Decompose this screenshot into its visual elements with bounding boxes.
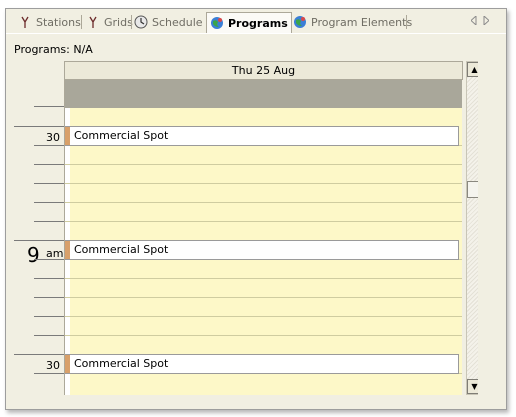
globe-icon bbox=[210, 16, 224, 30]
quarter-hour-mark bbox=[34, 164, 64, 165]
appointment[interactable]: Commercial Spot bbox=[65, 240, 459, 260]
quarter-hour-mark bbox=[34, 278, 64, 279]
tab-schedule[interactable]: Schedule bbox=[134, 13, 203, 31]
programs-status: Programs: N/A bbox=[14, 43, 93, 56]
tab-stations[interactable]: Stations bbox=[18, 13, 81, 31]
tab-label: Stations bbox=[36, 15, 81, 29]
quarter-hour-mark bbox=[34, 221, 64, 222]
tab-separator bbox=[81, 15, 82, 29]
appointment-status-bar bbox=[65, 127, 70, 145]
appointment-status-bar bbox=[65, 241, 70, 259]
tab-strip: Stations Grids Schedule Programs Program… bbox=[6, 9, 506, 34]
appointment-title: Commercial Spot bbox=[74, 129, 169, 142]
slot-line bbox=[65, 164, 462, 165]
tab-programs[interactable]: Programs bbox=[206, 12, 292, 33]
tab-label: Programs bbox=[228, 16, 288, 30]
appointment-status-bar bbox=[65, 355, 70, 373]
day-calendar: 30 9 am 30 Thu 25 Aug Commercial Spot Co… bbox=[14, 61, 478, 395]
day-column[interactable]: Commercial Spot Commercial Spot Commerci… bbox=[64, 80, 462, 395]
quarter-hour-mark bbox=[34, 106, 64, 107]
quarter-hour-mark bbox=[34, 297, 64, 298]
vertical-scrollbar[interactable]: ▲ ▼ bbox=[466, 61, 478, 395]
hour-mark bbox=[14, 240, 64, 241]
quarter-hour-mark bbox=[34, 316, 64, 317]
clock-icon bbox=[134, 15, 148, 29]
half-hour-label: 30 bbox=[46, 131, 60, 144]
slot-line bbox=[65, 221, 462, 222]
slot-line bbox=[65, 278, 462, 279]
day-header[interactable]: Thu 25 Aug bbox=[64, 61, 463, 80]
triangle-left-icon[interactable] bbox=[470, 14, 477, 28]
scrollbar-thumb[interactable] bbox=[467, 181, 478, 198]
tab-grids[interactable]: Grids bbox=[86, 13, 133, 31]
quarter-hour-mark bbox=[34, 335, 64, 336]
tab-label: Grids bbox=[104, 15, 133, 29]
antenna-icon bbox=[18, 15, 32, 29]
arrow-up-icon[interactable]: ▲ bbox=[467, 62, 478, 77]
triangle-right-icon[interactable] bbox=[483, 14, 490, 28]
quarter-hour-mark bbox=[34, 145, 64, 146]
appointment[interactable]: Commercial Spot bbox=[65, 126, 459, 146]
hour-label: 9 bbox=[27, 243, 40, 267]
programs-window: Stations Grids Schedule Programs Program… bbox=[5, 8, 507, 410]
arrow-down-icon[interactable]: ▼ bbox=[467, 379, 478, 394]
tab-program-elements[interactable]: Program Elements bbox=[293, 13, 412, 31]
tab-label: Program Elements bbox=[311, 15, 413, 29]
appointment-title: Commercial Spot bbox=[74, 243, 169, 256]
antenna-icon bbox=[86, 15, 100, 29]
slot-line bbox=[65, 183, 462, 184]
half-hour-mark bbox=[14, 126, 64, 127]
tab-separator bbox=[406, 15, 407, 29]
slot-line bbox=[65, 202, 462, 203]
tab-separator bbox=[131, 15, 132, 29]
quarter-hour-mark bbox=[34, 373, 64, 374]
appointment-title: Commercial Spot bbox=[74, 357, 169, 370]
globe-icon bbox=[293, 15, 307, 29]
quarter-hour-mark bbox=[34, 183, 64, 184]
half-hour-label: 30 bbox=[46, 359, 60, 372]
quarter-hour-mark bbox=[34, 259, 64, 260]
time-gutter: 30 9 am 30 bbox=[14, 61, 64, 395]
quarter-hour-mark bbox=[34, 202, 64, 203]
tab-label: Schedule bbox=[152, 15, 203, 29]
appointment[interactable]: Commercial Spot bbox=[65, 354, 459, 374]
slot-line bbox=[65, 297, 462, 298]
half-hour-mark bbox=[14, 354, 64, 355]
unavailable-time-band bbox=[65, 80, 462, 108]
slot-line bbox=[65, 316, 462, 317]
slot-line bbox=[65, 335, 462, 336]
